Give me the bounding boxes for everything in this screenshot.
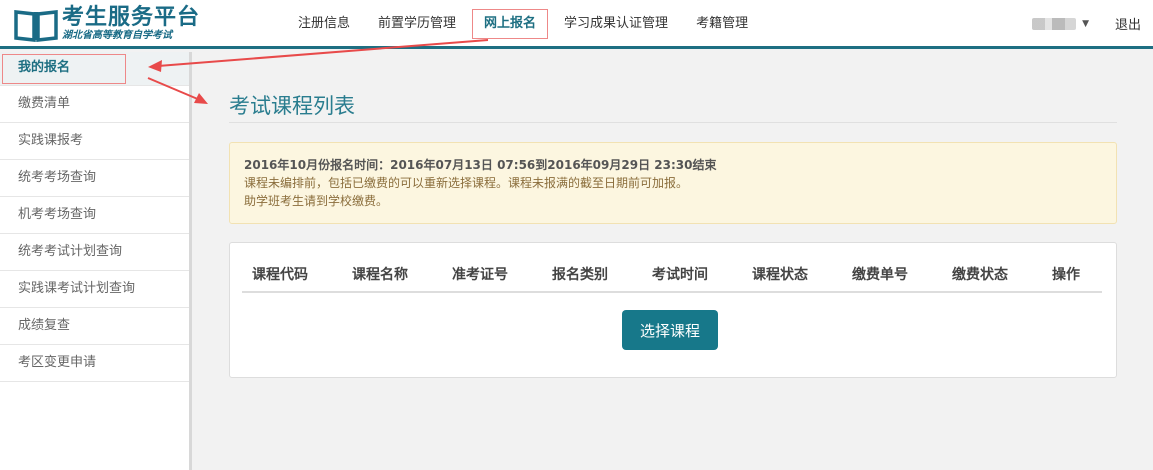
- sidebar-item-unified-exam-room[interactable]: 统考考场查询: [0, 160, 189, 197]
- column-header-exam-time: 考试时间: [652, 267, 708, 283]
- notice-registration-period: 2016年10月份报名时间：2016年07月13日 07:56到2016年09月…: [244, 158, 717, 172]
- sidebar-item-my-registration[interactable]: 我的报名: [0, 52, 189, 86]
- sidebar-item-practice-course[interactable]: 实践课报考: [0, 123, 189, 160]
- notice-payment-text: 助学班考生请到学校缴费。: [244, 194, 389, 208]
- open-book-icon: [14, 10, 58, 42]
- column-header-payment-number: 缴费单号: [852, 267, 908, 283]
- nav-item-learning-certification[interactable]: 学习成果认证管理: [552, 9, 680, 39]
- sidebar-item-unified-exam-plan[interactable]: 统考考试计划查询: [0, 234, 189, 271]
- logo-title: 考生服务平台: [62, 5, 201, 30]
- logo[interactable]: 考生服务平台 湖北省高等教育自学考试: [14, 4, 200, 44]
- logout-link[interactable]: 退出: [1115, 14, 1141, 33]
- page-title: 考试课程列表: [229, 94, 355, 118]
- column-header-course-code: 课程代码: [252, 267, 308, 283]
- sidebar: 我的报名 缴费清单 实践课报考 统考考场查询 机考考场查询 统考考试计划查询 实…: [0, 52, 192, 470]
- column-header-registration-type: 报名类别: [552, 267, 608, 283]
- user-area: ▼ 退出: [1032, 14, 1141, 33]
- column-header-admission-number: 准考证号: [452, 267, 508, 283]
- notice-rule-text: 课程未编排前，包括已缴费的可以重新选择课程。课程未报满的截至日期前可加报。: [244, 176, 689, 190]
- logo-subtitle: 湖北省高等教育自学考试: [62, 30, 172, 41]
- nav-item-registration-info[interactable]: 注册信息: [286, 9, 362, 39]
- registration-notice: 2016年10月份报名时间：2016年07月13日 07:56到2016年09月…: [229, 142, 1117, 224]
- sidebar-item-score-review[interactable]: 成绩复查: [0, 308, 189, 345]
- column-header-actions: 操作: [1052, 267, 1080, 283]
- main-nav: 注册信息 前置学历管理 网上报名 学习成果认证管理 考籍管理: [286, 9, 764, 39]
- nav-item-student-records[interactable]: 考籍管理: [684, 9, 760, 39]
- sidebar-item-computer-exam-room[interactable]: 机考考场查询: [0, 197, 189, 234]
- column-header-course-name: 课程名称: [352, 267, 408, 283]
- sidebar-item-payment-list[interactable]: 缴费清单: [0, 86, 189, 123]
- main-content: 考试课程列表 2016年10月份报名时间：2016年07月13日 07:56到2…: [195, 52, 1153, 470]
- sidebar-item-practice-exam-plan[interactable]: 实践课考试计划查询: [0, 271, 189, 308]
- table-header: 课程代码 课程名称 准考证号 报名类别 考试时间 课程状态 缴费单号 缴费状态 …: [242, 259, 1102, 293]
- nav-item-online-registration[interactable]: 网上报名: [472, 9, 549, 39]
- column-header-payment-status: 缴费状态: [952, 267, 1008, 283]
- caret-down-icon[interactable]: ▼: [1082, 19, 1089, 29]
- title-divider: [229, 122, 1117, 123]
- course-list-panel: 课程代码 课程名称 准考证号 报名类别 考试时间 课程状态 缴费单号 缴费状态 …: [229, 242, 1117, 378]
- top-header: 考生服务平台 湖北省高等教育自学考试 注册信息 前置学历管理 网上报名 学习成果…: [0, 0, 1153, 49]
- nav-item-prior-education[interactable]: 前置学历管理: [366, 9, 468, 39]
- column-header-course-status: 课程状态: [752, 267, 808, 283]
- select-course-button[interactable]: 选择课程: [622, 310, 718, 350]
- user-name-blurred[interactable]: [1032, 17, 1077, 30]
- sidebar-item-exam-area-change[interactable]: 考区变更申请: [0, 345, 189, 382]
